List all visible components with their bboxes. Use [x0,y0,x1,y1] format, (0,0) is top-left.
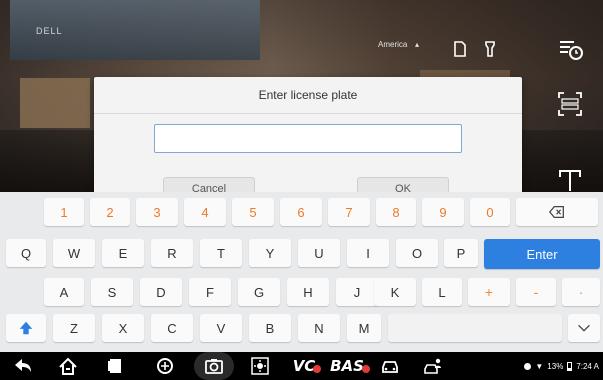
history-icon[interactable] [551,30,589,68]
flashlight-icon[interactable] [480,30,500,68]
camera-monitor-label: DELL [36,26,63,36]
key-m[interactable]: M [347,314,381,342]
key-x[interactable]: X [102,314,144,342]
region-label[interactable]: America [378,40,407,49]
sim-card-icon[interactable] [450,30,470,68]
key-j[interactable]: J [336,278,378,306]
license-plate-input[interactable] [154,124,462,153]
backspace-icon [548,205,564,219]
key-n[interactable]: N [298,314,340,342]
bas-status-dot [361,365,370,373]
backspace-key[interactable] [516,198,598,226]
key-l[interactable]: L [422,278,462,306]
hide-keyboard-key[interactable] [568,314,600,342]
license-plate-dialog: Enter license plate Cancel OK [94,77,522,202]
key-a[interactable]: A [44,278,84,306]
battery-percent: 13% [547,361,564,371]
key-minus[interactable]: - [516,278,556,306]
key-o[interactable]: O [396,239,438,267]
key-c[interactable]: C [151,314,193,342]
key-f[interactable]: F [189,278,231,306]
scan-vin-icon[interactable] [551,85,589,123]
key-s[interactable]: S [91,278,133,306]
vc-status-dot [313,365,322,373]
key-d[interactable]: D [140,278,182,306]
key-e[interactable]: E [102,239,144,267]
vc-button[interactable]: VC [284,352,330,380]
camera-box-shape [20,78,90,128]
battery-icon [567,361,573,371]
back-icon[interactable] [8,352,38,380]
region-dropdown-icon[interactable]: ▴ [415,40,419,49]
clock-time: 7:24 A [576,361,599,371]
key-4[interactable]: 4 [184,198,226,226]
key-q[interactable]: Q [6,239,46,267]
home-icon[interactable] [53,352,83,380]
key-z[interactable]: Z [53,314,95,342]
key-8[interactable]: 8 [376,198,416,226]
key-dot[interactable]: · [562,278,600,306]
bas-button[interactable]: BAS [325,352,375,380]
key-v[interactable]: V [200,314,242,342]
key-y[interactable]: Y [249,239,291,267]
car-icon[interactable] [375,352,405,380]
key-1[interactable]: 1 [44,198,84,226]
soft-keyboard: 1 2 3 4 5 6 7 8 9 0 Q W E R T Y U I O P … [0,192,603,352]
system-navbar: VC BAS ▼ 13% 7:24 A [0,352,603,380]
wifi-icon: ▼ [535,361,544,371]
shift-up-arrow-icon [19,321,33,335]
camera-icon[interactable] [194,352,234,380]
key-w[interactable]: W [53,239,95,267]
brightness-icon[interactable] [245,352,275,380]
recent-apps-icon[interactable] [100,352,130,380]
key-t[interactable]: T [200,239,242,267]
key-7[interactable]: 7 [328,198,370,226]
key-5[interactable]: 5 [232,198,274,226]
key-0[interactable]: 0 [470,198,510,226]
status-bar: ▼ 13% 7:24 A [524,352,599,380]
key-k[interactable]: K [374,278,416,306]
key-3[interactable]: 3 [136,198,178,226]
bas-label: BAS [330,357,364,375]
key-b[interactable]: B [249,314,291,342]
key-6[interactable]: 6 [280,198,322,226]
key-g[interactable]: G [238,278,280,306]
key-2[interactable]: 2 [90,198,130,226]
chevron-down-icon [578,324,590,332]
dialog-title: Enter license plate [94,77,522,114]
key-r[interactable]: R [151,239,193,267]
space-key[interactable] [388,314,562,342]
enter-button[interactable]: Enter [484,239,600,269]
key-i[interactable]: I [347,239,389,267]
notification-dot-icon [524,362,532,370]
vc-label: VC [292,357,316,375]
key-h[interactable]: H [287,278,329,306]
key-plus[interactable]: + [468,278,510,306]
key-u[interactable]: U [298,239,340,267]
shift-key[interactable] [6,314,46,342]
key-9[interactable]: 9 [422,198,464,226]
remote-expert-icon[interactable] [418,352,448,380]
key-p[interactable]: P [444,239,478,267]
vci-icon[interactable] [150,352,180,380]
